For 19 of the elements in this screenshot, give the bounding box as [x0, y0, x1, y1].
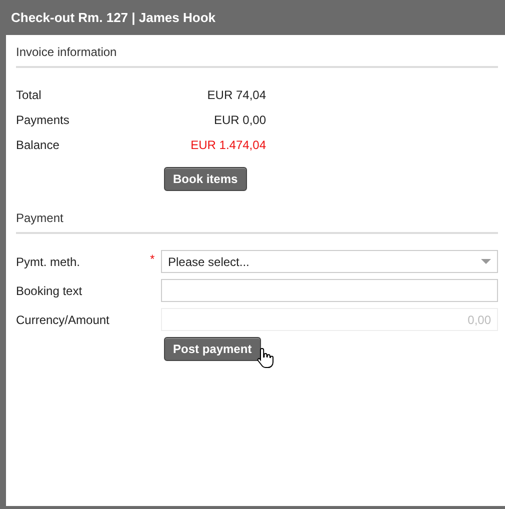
row-label: Payments [16, 113, 70, 127]
dropdown-arrow-icon [481, 259, 491, 264]
hand-cursor-icon [257, 347, 275, 369]
input-field[interactable] [161, 279, 498, 302]
field-label: Pymt. meth. [16, 254, 82, 268]
field-label: Booking text [16, 284, 84, 298]
required-mark: * [150, 252, 156, 266]
row-label: Balance [16, 138, 60, 152]
row-label: Total [16, 88, 42, 102]
section-heading: Invoice information [16, 45, 498, 68]
payment-method-dropdown[interactable]: Please select... [161, 250, 498, 273]
book-items-button[interactable]: Book items [164, 167, 247, 191]
amount-value: EUR 1.474,04 [190, 138, 266, 152]
window-title: Check-out Rm. 127 | James Hook [10, 9, 216, 27]
post-payment-button[interactable]: Post payment [164, 337, 261, 361]
field-label: Currency/Amount [16, 312, 110, 326]
amount-value: EUR 0,00 [212, 113, 266, 127]
amount-value: EUR 74,04 [206, 88, 266, 102]
section-heading: Payment [16, 211, 498, 234]
